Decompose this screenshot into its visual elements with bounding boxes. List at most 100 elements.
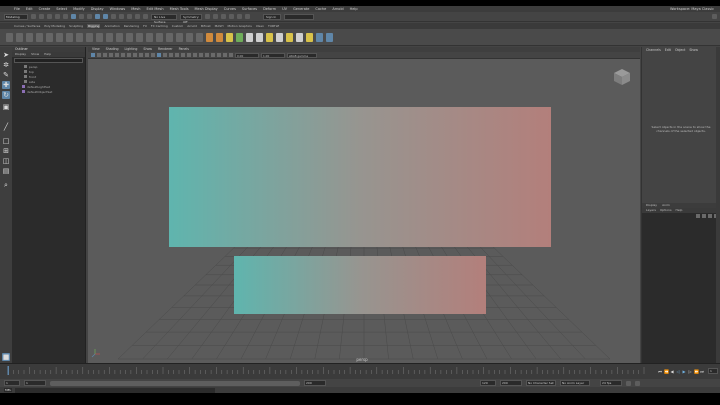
hypershade-icon[interactable] <box>237 14 242 19</box>
graph-editor-icon[interactable] <box>296 32 303 42</box>
shelf-tab-curves-surfaces[interactable]: Curves / Surfaces <box>14 24 40 28</box>
script-editor-icon[interactable] <box>286 32 293 42</box>
command-input[interactable] <box>15 387 216 393</box>
ik-spline-icon[interactable] <box>36 32 43 42</box>
sign-in-field[interactable]: Sign In <box>263 13 281 20</box>
side-by-side-layout-icon[interactable]: ◫ <box>2 157 10 165</box>
live-surface-field[interactable]: No Live Surface <box>151 13 177 24</box>
playback-options-icon[interactable] <box>635 380 640 386</box>
render-settings-icon[interactable] <box>229 14 234 19</box>
smooth-shade-icon[interactable] <box>157 53 161 57</box>
outliner-menu-show[interactable]: Show <box>31 52 39 57</box>
paint-weights-icon[interactable] <box>56 32 63 42</box>
step-forward-frame-icon[interactable]: ▷ <box>688 369 692 374</box>
lasso-tool-icon[interactable]: ✲ <box>2 61 10 69</box>
ik-handle-icon[interactable] <box>26 32 33 42</box>
menu-display[interactable]: Display <box>91 7 104 11</box>
menu-select[interactable]: Select <box>56 7 67 11</box>
curve-cv-icon[interactable] <box>146 32 153 42</box>
default-material-icon[interactable] <box>163 53 167 57</box>
orient-constraint-icon[interactable] <box>176 32 183 42</box>
move-tool-icon[interactable]: ✚ <box>2 81 10 89</box>
single-perspective-layout-icon[interactable]: □ <box>2 137 10 145</box>
wrap-icon[interactable] <box>106 32 113 42</box>
gradient-plane-front[interactable] <box>169 107 551 247</box>
menu-help[interactable]: Help <box>350 7 358 11</box>
sculpt-deformer-icon[interactable] <box>116 32 123 42</box>
grid-icon[interactable] <box>115 53 119 57</box>
menu-arnold[interactable]: Arnold <box>332 7 343 11</box>
shelf-tab-bifrost[interactable]: Bifrost <box>201 24 211 28</box>
anim-layer-dropdown[interactable]: No Anim Layer <box>560 380 590 386</box>
time-slider[interactable]: ⏮ ⏪ ◀ ◁ ▶ ▷ ⏩ ⏭ 1 <box>0 363 720 379</box>
image-plane-icon[interactable] <box>109 53 113 57</box>
shelf-tab-mash[interactable]: MASH <box>215 24 224 28</box>
menu-mesh[interactable]: Mesh <box>131 7 140 11</box>
duplicate-icon[interactable] <box>246 32 253 42</box>
four-view-layout-icon[interactable]: ⊞ <box>2 147 10 155</box>
field-chart-icon[interactable] <box>139 53 143 57</box>
locator-icon[interactable] <box>136 32 143 42</box>
textured-icon[interactable] <box>169 53 173 57</box>
point-constraint-icon[interactable] <box>166 32 173 42</box>
freeze-transforms-icon[interactable] <box>206 32 213 42</box>
shadows-icon[interactable] <box>181 53 185 57</box>
object-name-field[interactable] <box>284 13 314 20</box>
menu-curves[interactable]: Curves <box>224 7 236 11</box>
snap-surface-icon[interactable] <box>143 14 148 19</box>
shelf-tab-arnold[interactable]: Arnold <box>187 24 197 28</box>
fps-dropdown[interactable]: 24 fps <box>600 380 622 386</box>
viewport-scene[interactable]: persp <box>88 59 640 363</box>
character-set-dropdown[interactable]: No Character Set <box>526 380 556 386</box>
menu-mesh-display[interactable]: Mesh Display <box>195 7 218 11</box>
shelf-tab-custom[interactable]: Custom <box>172 24 184 28</box>
outliner-item[interactable]: defaultObjectSet <box>12 89 85 94</box>
persp-graph-layout-icon[interactable]: ▤ <box>2 167 10 175</box>
select-component-icon[interactable] <box>87 14 92 19</box>
shelf-tab-rendering[interactable]: Rendering <box>124 24 139 28</box>
range-end-field[interactable]: 200 <box>500 380 522 386</box>
select-tool-icon[interactable]: ➤ <box>2 51 10 59</box>
select-by-type-icon[interactable] <box>95 14 100 19</box>
camera-attributes-icon[interactable] <box>97 53 101 57</box>
menu-cache[interactable]: Cache <box>315 7 326 11</box>
play-forwards-icon[interactable]: ▶ <box>682 369 686 374</box>
menu-modify[interactable]: Modify <box>73 7 85 11</box>
shelf-tab-rigging[interactable]: Rigging <box>87 24 101 28</box>
toggle-attribute-editor-icon[interactable] <box>712 14 717 19</box>
gamma-field[interactable]: 1.00 <box>261 52 285 58</box>
outliner-icon[interactable] <box>276 32 283 42</box>
play-backwards-icon[interactable]: ◁ <box>676 369 680 374</box>
mirror-icon[interactable] <box>256 32 263 42</box>
joint-tool-icon[interactable] <box>16 32 23 42</box>
channel-box-tab-channels[interactable]: Channels <box>646 47 661 53</box>
playback-start-field[interactable]: 1 <box>24 380 46 386</box>
channel-box-tab-show[interactable]: Show <box>689 47 698 53</box>
step-back-key-icon[interactable]: ⏪ <box>664 369 669 374</box>
go-to-end-icon[interactable]: ⏭ <box>700 369 704 374</box>
center-pivot-icon[interactable] <box>216 32 223 42</box>
command-language-tab[interactable]: MEL <box>4 388 13 392</box>
safe-action-icon[interactable] <box>145 53 149 57</box>
shelf-settings-icon[interactable] <box>6 32 13 42</box>
mask-icon[interactable] <box>103 14 108 19</box>
move-layer-down-icon[interactable] <box>702 214 706 218</box>
anti-aliasing-icon[interactable] <box>199 53 203 57</box>
motion-blur-icon[interactable] <box>193 53 197 57</box>
ambient-occlusion-icon[interactable] <box>187 53 191 57</box>
step-back-frame-icon[interactable]: ◀ <box>670 369 674 374</box>
menu-file[interactable]: File <box>14 7 20 11</box>
auto-key-icon[interactable] <box>626 380 631 386</box>
menu-uv[interactable]: UV <box>282 7 287 11</box>
workspace-label[interactable]: Workspace: Maya Classic <box>670 7 714 11</box>
xray-icon[interactable] <box>217 53 221 57</box>
gradient-plane-back[interactable] <box>234 256 486 314</box>
time-slider-ticks[interactable] <box>6 365 646 375</box>
shelf-tab-turtle[interactable]: TURTLE <box>268 24 279 28</box>
menu-deform[interactable]: Deform <box>263 7 276 11</box>
playback-end-field[interactable]: 200 <box>304 380 326 386</box>
colorspace-dropdown[interactable]: sRGB gamma <box>287 52 317 58</box>
node-editor-icon[interactable] <box>266 32 273 42</box>
layer-menu-help[interactable]: Help <box>676 208 683 213</box>
use-all-lights-icon[interactable] <box>175 53 179 57</box>
